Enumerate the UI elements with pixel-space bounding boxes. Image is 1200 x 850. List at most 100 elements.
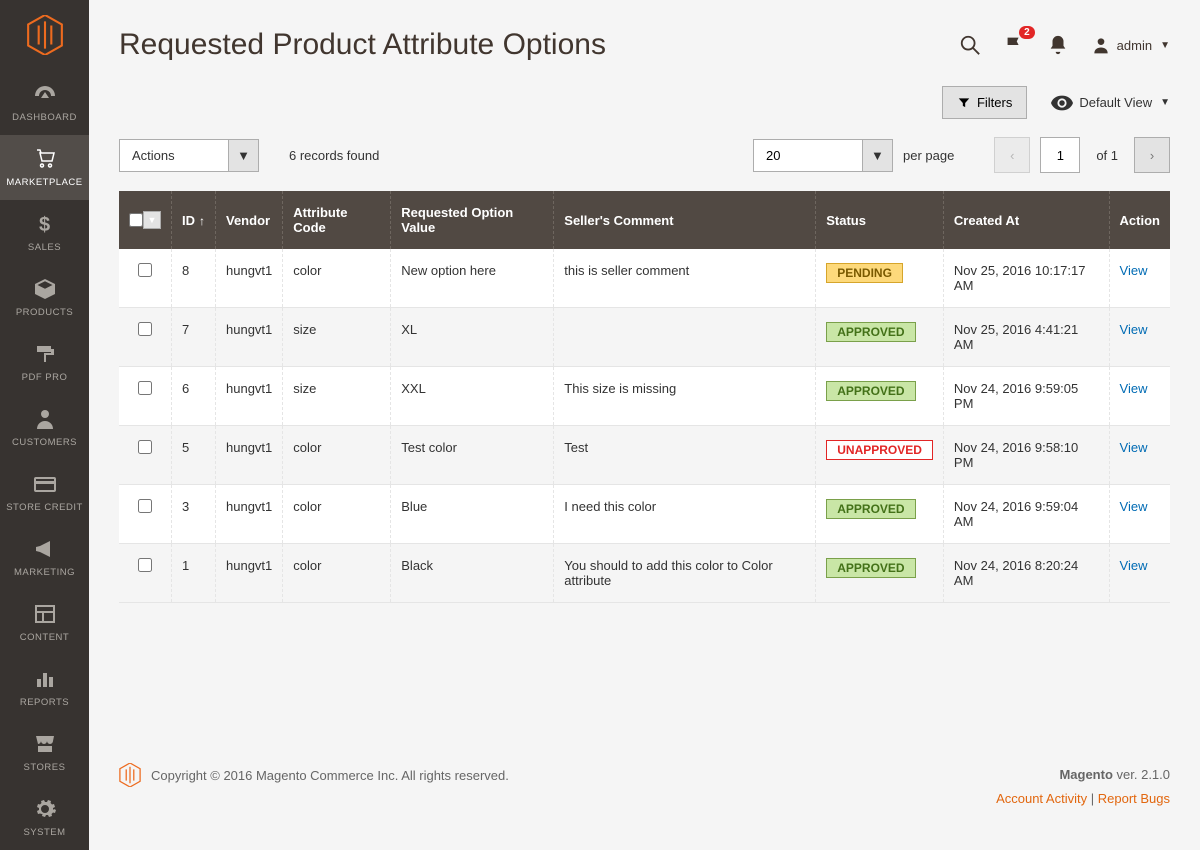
sidebar-item-storecredit[interactable]: STORE CREDIT <box>0 460 89 525</box>
col-select-all[interactable]: ▼ <box>119 191 172 249</box>
sidebar-item-customers[interactable]: CUSTOMERS <box>0 395 89 460</box>
chevron-down-icon[interactable]: ▼ <box>143 211 161 229</box>
notifications-flag-icon[interactable]: 2 <box>1003 34 1025 56</box>
sidebar-item-stores[interactable]: STORES <box>0 720 89 785</box>
cell-id: 8 <box>172 249 216 308</box>
table-row: 5hungvt1colorTest colorTestUNAPPROVEDNov… <box>119 426 1170 485</box>
sidebar-item-reports[interactable]: REPORTS <box>0 655 89 720</box>
next-page-button[interactable]: › <box>1134 137 1170 173</box>
cell-id: 6 <box>172 367 216 426</box>
sidebar-item-label: STORES <box>24 762 66 773</box>
report-bugs-link[interactable]: Report Bugs <box>1098 791 1170 806</box>
layout-icon <box>33 602 57 626</box>
col-vendor[interactable]: Vendor <box>216 191 283 249</box>
col-action[interactable]: Action <box>1109 191 1170 249</box>
chevron-down-icon[interactable]: ▼ <box>229 139 259 172</box>
sidebar-item-system[interactable]: SYSTEM <box>0 785 89 850</box>
cell-requested-value: Test color <box>391 426 554 485</box>
sidebar-item-pdfpro[interactable]: PDF PRO <box>0 330 89 395</box>
chevron-down-icon[interactable]: ▼ <box>863 139 893 172</box>
cell-seller-comment: This size is missing <box>554 367 816 426</box>
sidebar-item-marketing[interactable]: MARKETING <box>0 525 89 590</box>
row-checkbox[interactable] <box>138 322 152 336</box>
sidebar-item-label: MARKETPLACE <box>6 177 82 188</box>
cell-id: 7 <box>172 308 216 367</box>
sidebar-item-content[interactable]: CONTENT <box>0 590 89 655</box>
footer-brand: Magento <box>1059 767 1112 782</box>
cell-seller-comment: this is seller comment <box>554 249 816 308</box>
sidebar-item-marketplace[interactable]: MARKETPLACE <box>0 135 89 200</box>
cell-status: APPROVED <box>816 367 944 426</box>
cell-attribute-code: color <box>283 426 391 485</box>
cell-status: APPROVED <box>816 308 944 367</box>
cell-seller-comment: You should to add this color to Color at… <box>554 544 816 603</box>
view-link[interactable]: View <box>1120 440 1148 455</box>
search-icon[interactable] <box>959 34 981 56</box>
sidebar-item-label: DASHBOARD <box>12 112 77 123</box>
status-badge: APPROVED <box>826 322 915 342</box>
person-icon <box>33 407 57 431</box>
page-number-input[interactable] <box>1040 137 1080 173</box>
view-link[interactable]: View <box>1120 558 1148 573</box>
cell-created-at: Nov 24, 2016 9:59:04 AM <box>943 485 1109 544</box>
per-page-input[interactable] <box>753 139 863 172</box>
paint-roller-icon <box>33 342 57 366</box>
sidebar-item-label: REPORTS <box>20 697 69 708</box>
table-row: 8hungvt1colorNew option herethis is sell… <box>119 249 1170 308</box>
sidebar-item-label: CUSTOMERS <box>12 437 77 448</box>
select-all-checkbox[interactable] <box>129 213 143 227</box>
col-created-at[interactable]: Created At <box>943 191 1109 249</box>
cell-attribute-code: color <box>283 485 391 544</box>
cell-seller-comment <box>554 308 816 367</box>
svg-text:$: $ <box>39 214 50 236</box>
status-badge: PENDING <box>826 263 903 283</box>
col-status[interactable]: Status <box>816 191 944 249</box>
credit-card-icon <box>33 472 57 496</box>
cell-attribute-code: size <box>283 308 391 367</box>
sidebar-item-label: STORE CREDIT <box>6 502 83 513</box>
cell-requested-value: New option here <box>391 249 554 308</box>
row-checkbox[interactable] <box>138 558 152 572</box>
sidebar-item-dashboard[interactable]: DASHBOARD <box>0 70 89 135</box>
prev-page-button[interactable]: ‹ <box>994 137 1030 173</box>
sidebar-item-label: PDF PRO <box>22 372 68 383</box>
default-view-toggle[interactable]: Default View ▼ <box>1051 86 1170 119</box>
col-seller-comment[interactable]: Seller's Comment <box>554 191 816 249</box>
user-icon <box>1091 35 1111 55</box>
sidebar-item-sales[interactable]: $ SALES <box>0 200 89 265</box>
admin-user-name: admin <box>1117 38 1152 53</box>
view-link[interactable]: View <box>1120 263 1148 278</box>
per-page-select[interactable]: ▼ <box>753 139 893 172</box>
filters-label: Filters <box>977 95 1012 110</box>
col-id[interactable]: ID↑ <box>172 191 216 249</box>
table-row: 1hungvt1colorBlackYou should to add this… <box>119 544 1170 603</box>
dollar-icon: $ <box>33 212 57 236</box>
bell-icon[interactable] <box>1047 34 1069 56</box>
magento-logo[interactable] <box>0 0 89 70</box>
cell-created-at: Nov 24, 2016 8:20:24 AM <box>943 544 1109 603</box>
page-of-label: of 1 <box>1090 148 1124 163</box>
cell-created-at: Nov 25, 2016 10:17:17 AM <box>943 249 1109 308</box>
actions-select[interactable]: Actions ▼ <box>119 139 259 172</box>
row-checkbox[interactable] <box>138 440 152 454</box>
view-link[interactable]: View <box>1120 322 1148 337</box>
row-checkbox[interactable] <box>138 381 152 395</box>
view-link[interactable]: View <box>1120 499 1148 514</box>
header-tools: 2 admin ▼ <box>959 34 1170 56</box>
sidebar-item-products[interactable]: PRODUCTS <box>0 265 89 330</box>
col-requested-value[interactable]: Requested Option Value <box>391 191 554 249</box>
filters-button[interactable]: Filters <box>942 86 1027 119</box>
attribute-options-grid: ▼ ID↑ Vendor Attribute Code Requested Op… <box>119 191 1170 603</box>
magento-logo-icon <box>119 763 141 787</box>
account-activity-link[interactable]: Account Activity <box>996 791 1087 806</box>
sidebar: DASHBOARD MARKETPLACE $ SALES PRODUCTS P… <box>0 0 89 850</box>
col-attribute-code[interactable]: Attribute Code <box>283 191 391 249</box>
cell-requested-value: Blue <box>391 485 554 544</box>
row-checkbox[interactable] <box>138 263 152 277</box>
funnel-icon <box>957 96 971 110</box>
notification-badge: 2 <box>1019 26 1035 39</box>
view-link[interactable]: View <box>1120 381 1148 396</box>
row-checkbox[interactable] <box>138 499 152 513</box>
admin-user-menu[interactable]: admin ▼ <box>1091 35 1170 55</box>
cell-status: PENDING <box>816 249 944 308</box>
